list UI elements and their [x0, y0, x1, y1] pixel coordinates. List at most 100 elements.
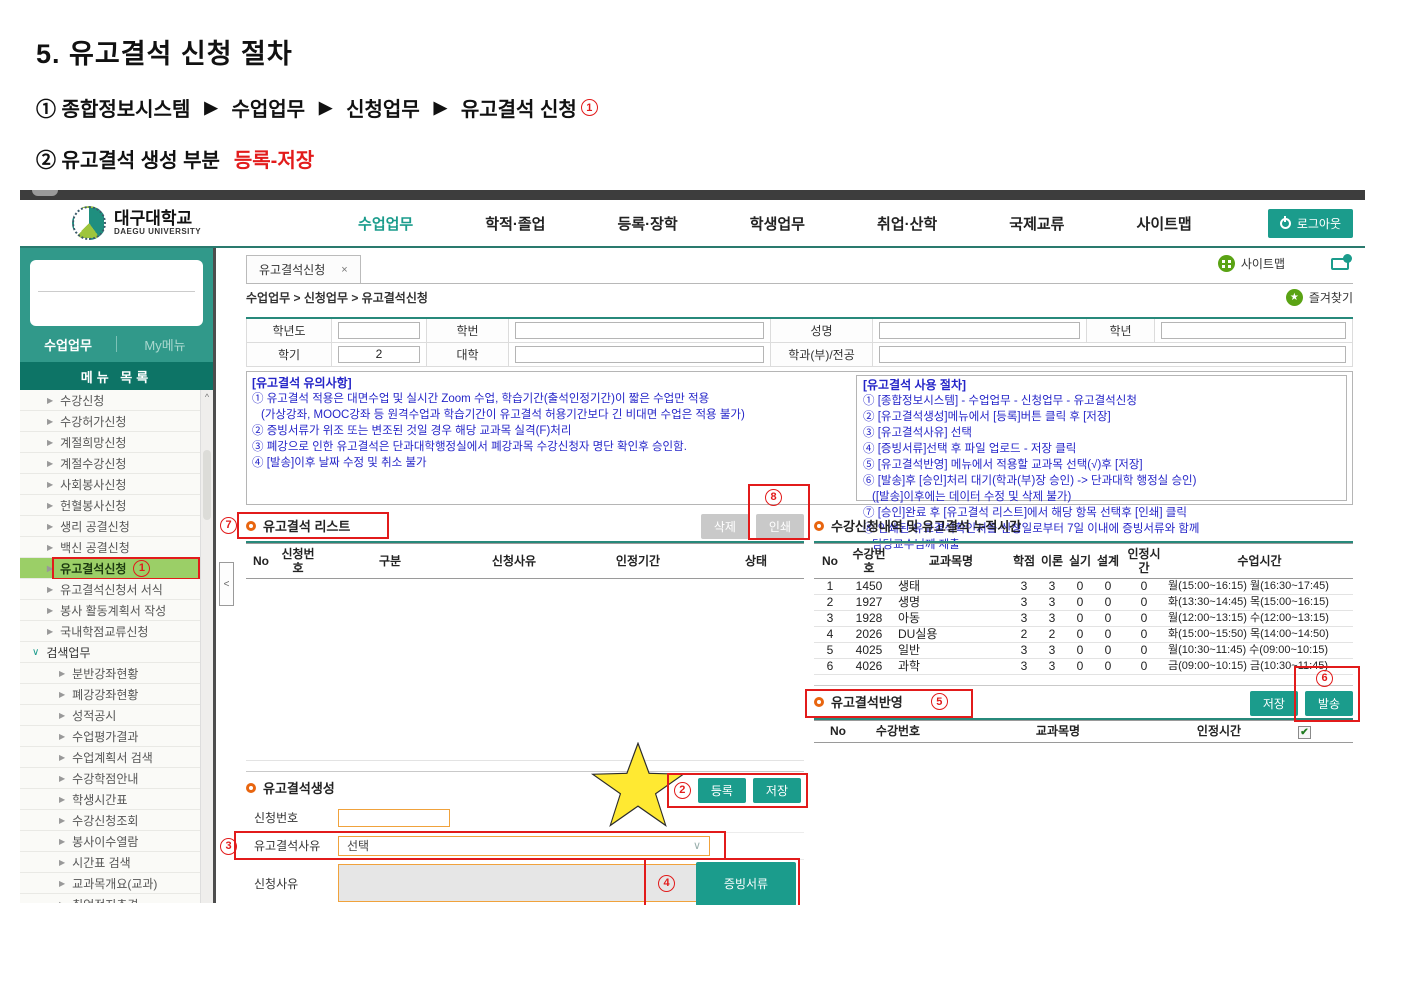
sidebar-item-service-plan[interactable]: ▶봉사 활동계획서 작성: [20, 600, 200, 621]
chevron-right-icon: ▶: [59, 732, 65, 741]
red-mark-6: 6: [1316, 670, 1333, 687]
sidebar-item-eval-result[interactable]: ▶수업평가결과: [20, 726, 200, 747]
chevron-right-icon: ▶: [59, 774, 65, 783]
nav-item-records[interactable]: 학적·졸업: [485, 213, 545, 234]
sidebar-item-seasonal-hope[interactable]: ▶계절희망신청: [20, 432, 200, 453]
sidebar-item-absence-form[interactable]: ▶유고결석신청서 서식: [20, 579, 200, 600]
absence-apply-section: 유고결석반영 5 저장 발송 6: [814, 685, 1353, 744]
dept-input[interactable]: [879, 346, 1346, 363]
sidebar-tab-mymenu[interactable]: My메뉴: [117, 335, 213, 354]
course-row: 64026 과학3 30 00 금(09:00~10:15) 금(10:30~1…: [814, 658, 1353, 674]
semester-input[interactable]: 2: [338, 346, 420, 363]
sidebar-item-credit-guide[interactable]: ▶수강학점안내: [20, 768, 200, 789]
college-input[interactable]: [515, 346, 764, 363]
sidebar-item-absence-apply[interactable]: ▶ 유고결석신청 1: [20, 558, 200, 579]
university-logo[interactable]: 대구대학교 DAEGU UNIVERSITY: [72, 206, 262, 240]
courses-table: No 수강번호 교과목명 학점 이론 실기 설계 인정시간 수업시간: [814, 543, 1353, 675]
window-close-icon[interactable]: [1331, 258, 1349, 270]
sidebar-item-course-outline[interactable]: ▶교과목개요(교과): [20, 873, 200, 894]
sitemap-link[interactable]: 사이트맵: [1218, 255, 1285, 272]
chevron-right-icon: ▶: [47, 564, 53, 573]
nav-item-registration[interactable]: 등록·장학: [618, 213, 678, 234]
red-mark-2: 2: [674, 782, 691, 799]
sidebar-item-social-service[interactable]: ▶사회봉사신청: [20, 474, 200, 495]
absence-apply-table: No 수강번호 교과목명 인정시간 ✔: [814, 720, 1353, 744]
sidebar-tab-classes[interactable]: 수업업무: [20, 335, 116, 354]
app-window: 대구대학교 DAEGU UNIVERSITY 수업업무 학적·졸업 등록·장학 …: [20, 190, 1365, 905]
browser-top-strip: [20, 190, 1365, 200]
application-no-input[interactable]: [338, 809, 450, 827]
close-icon[interactable]: ×: [341, 264, 347, 276]
sidebar-section-search[interactable]: ∨검색업무: [20, 642, 200, 663]
sidebar-item-menstrual[interactable]: ▶생리 공결신청: [20, 516, 200, 537]
step1-prefix: ① 종합정보시스템: [36, 93, 190, 122]
select-all-checkbox[interactable]: ✔: [1298, 726, 1311, 739]
section-bullet-icon: [814, 697, 824, 707]
nav-item-classes[interactable]: 수업업무: [358, 213, 413, 234]
sidebar-item-sugang[interactable]: ▶수강신청: [20, 390, 200, 411]
name-input[interactable]: [879, 322, 1080, 339]
sidebar-collapse-button[interactable]: <: [219, 562, 234, 606]
sidebar-item-division-status[interactable]: ▶분반강좌현황: [20, 663, 200, 684]
course-row: 11450 생태3 30 00 월(15:00~16:15) 월(16:30~1…: [814, 578, 1353, 594]
apply-save-button[interactable]: 저장: [1250, 691, 1298, 716]
year-label: 학년도: [247, 318, 332, 342]
favorite-button[interactable]: ★ 즐겨찾기: [1286, 289, 1353, 306]
absence-list-title: 유고결석 리스트: [263, 516, 350, 535]
sidebar-item-seasonal[interactable]: ▶계절수강신청: [20, 453, 200, 474]
nav-item-sitemap[interactable]: 사이트맵: [1137, 213, 1192, 234]
logout-button[interactable]: 로그아웃: [1268, 209, 1353, 238]
chevron-down-icon: ∨: [693, 839, 701, 852]
step1-item: 신청업무: [346, 93, 420, 122]
print-button[interactable]: 인쇄: [756, 514, 804, 539]
course-row: 31928 아동3 30 00 월(12:00~13:15) 수(12:00~1…: [814, 610, 1353, 626]
delete-button[interactable]: 삭제: [701, 514, 749, 539]
sidebar-item-timetable-search[interactable]: ▶시간표 검색: [20, 852, 200, 873]
year-input[interactable]: [338, 322, 420, 339]
absence-reason-select[interactable]: 선택 ∨: [338, 836, 710, 856]
sidebar-item-syllabus-search[interactable]: ▶수업계획서 검색: [20, 747, 200, 768]
absence-list-header: 7 유고결석 리스트 삭제 인쇄 8: [246, 511, 804, 541]
sidebar-item-timetable[interactable]: ▶학생시간표: [20, 789, 200, 810]
nav-item-student[interactable]: 학생업무: [750, 213, 805, 234]
chevron-right-icon: ▶: [47, 501, 53, 510]
sidebar-item-grade-post[interactable]: ▶성적공시: [20, 705, 200, 726]
absence-create-title: 유고결석생성: [263, 778, 335, 797]
scrollbar-thumb[interactable]: [203, 450, 211, 520]
sidebar-item-sugang-lookup[interactable]: ▶수강신청조회: [20, 810, 200, 831]
empty-list-area: [246, 578, 804, 760]
sidebar-item-sugang-heoga[interactable]: ▶수강허가신청: [20, 411, 200, 432]
send-button[interactable]: 발송: [1305, 691, 1353, 716]
sidebar-item-credit-exchange[interactable]: ▶국내학점교류신청: [20, 621, 200, 642]
register-button[interactable]: 등록: [698, 778, 746, 803]
step2-text: ② 유고결석 생성 부분: [36, 144, 220, 173]
sidebar-menu: ▶수강신청 ▶수강허가신청 ▶계절희망신청 ▶계절수강신청 ▶사회봉사신청 ▶헌…: [20, 390, 213, 903]
sidebar-item-blood-service[interactable]: ▶헌혈봉사신청: [20, 495, 200, 516]
sidebar-item-vaccine[interactable]: ▶백신 공결신청: [20, 537, 200, 558]
browser-tab-nub: [32, 190, 58, 196]
nav-item-international[interactable]: 국제교류: [1009, 213, 1064, 234]
menu-list-title: 메뉴 목록: [20, 362, 213, 390]
absence-reason-label: 유고결석사유: [246, 837, 338, 854]
red-mark-1: 1: [581, 99, 598, 116]
sidebar-item-closed-status[interactable]: ▶폐강강좌현황: [20, 684, 200, 705]
red-mark-1: 1: [133, 560, 150, 577]
scroll-up-icon[interactable]: ^: [201, 390, 213, 404]
course-row: 21927 생명3 30 00 화(13:30~14:45) 목(15:00~1…: [814, 594, 1353, 610]
evidence-button[interactable]: 증빙서류: [696, 862, 796, 906]
save-button[interactable]: 저장: [753, 778, 801, 803]
sidebar-scrollbar[interactable]: ^: [200, 390, 213, 903]
sidebar-item-service-view[interactable]: ▶봉사이수열람: [20, 831, 200, 852]
nav-item-career[interactable]: 취업·산학: [877, 213, 937, 234]
grade-input[interactable]: [1161, 322, 1346, 339]
tab-absence-apply[interactable]: 유고결석신청 ×: [246, 255, 361, 283]
student-id-input[interactable]: [515, 322, 764, 339]
sidebar-item-clipped[interactable]: ▶취업적지추격: [20, 894, 200, 903]
apply-reason-label: 신청사유: [246, 875, 338, 892]
chevron-right-icon: ▶: [47, 585, 53, 594]
apply-reason-input[interactable]: [338, 864, 706, 902]
chevron-right-icon: ▶: [59, 900, 65, 904]
section-bullet-icon: [246, 783, 256, 793]
chevron-right-icon: ▶: [47, 606, 53, 615]
step1-item: 유고결석 신청: [461, 93, 577, 122]
